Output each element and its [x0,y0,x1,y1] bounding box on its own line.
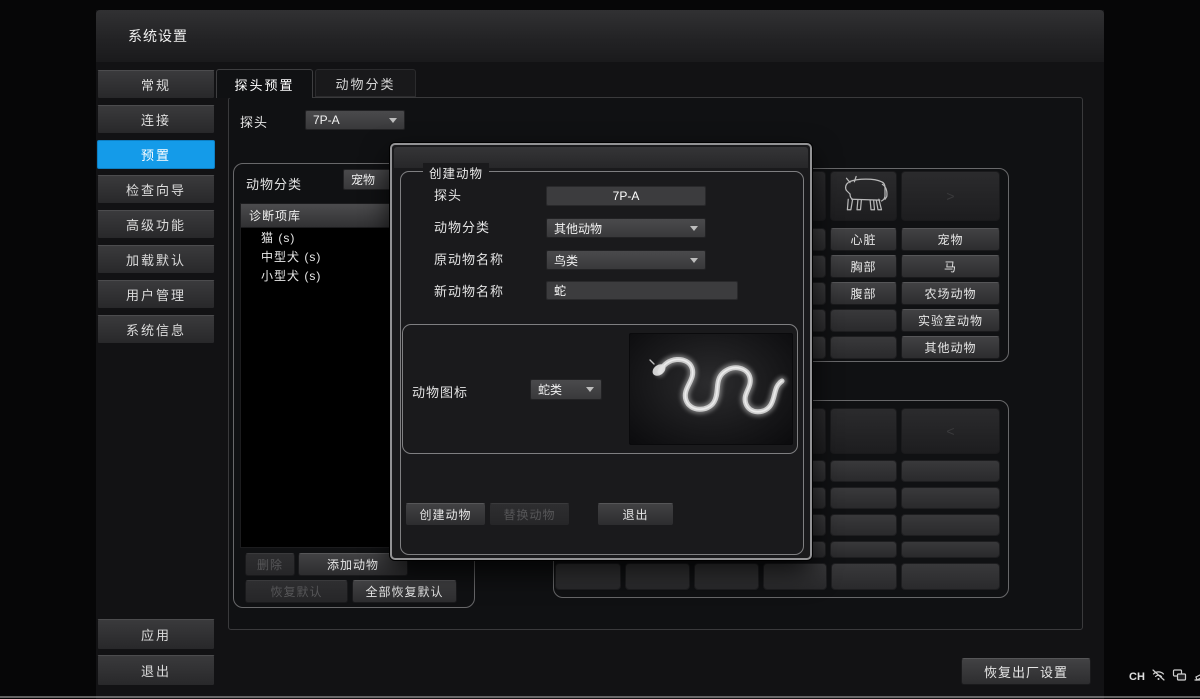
category-farm-button[interactable]: 农场动物 [901,282,1000,305]
dialog-new-name-label: 新动物名称 [434,281,504,300]
animal-icon-label: 动物图标 [412,382,468,401]
channel-status-label: CH [1129,671,1145,683]
preset-button[interactable] [830,514,897,536]
cow-icon [836,173,892,220]
chevron-down-icon [389,118,397,123]
preset-button[interactable] [625,563,690,590]
printer-icon [1193,668,1200,687]
restore-all-default-button[interactable]: 全部恢复默认 [352,580,457,603]
sidebar-item-preset[interactable]: 预置 [97,140,215,169]
preset-button[interactable] [901,563,1000,590]
preset-button[interactable] [830,487,897,509]
sidebar-item-user-mgmt[interactable]: 用户管理 [97,280,215,309]
dual-display-icon [1172,668,1187,687]
exit-button[interactable]: 退出 [97,655,215,686]
preset-button[interactable] [901,487,1000,509]
preset-button[interactable] [830,541,897,558]
prev-arrow-hint: < [946,423,954,439]
network-off-icon [1151,668,1166,687]
delete-button[interactable]: 删除 [245,553,295,576]
preset-button[interactable] [901,460,1000,482]
preset-button[interactable] [694,563,759,590]
sidebar-item-exam-wizard[interactable]: 检查向导 [97,175,215,204]
sidebar-item-advanced[interactable]: 高级功能 [97,210,215,239]
category-lab-button[interactable]: 实验室动物 [901,309,1000,332]
next-preset-button[interactable]: > [901,171,1000,221]
status-icon-tray: CH [1129,668,1200,686]
exam-abdomen-button[interactable]: 腹部 [830,282,897,305]
exam-heart-button[interactable]: 心脏 [830,228,897,251]
preset-button[interactable] [830,336,897,359]
probe-dropdown[interactable]: 7P-A [305,110,405,130]
preset-button[interactable] [901,541,1000,558]
factory-reset-button[interactable]: 恢复出厂设置 [961,658,1091,685]
category-other-button[interactable]: 其他动物 [901,336,1000,359]
prev-preset-button[interactable]: < [901,408,1000,454]
animal-icon-preview [629,333,793,445]
title-bar: 系统设置 [96,10,1104,62]
animal-panel-title: 动物分类 [246,174,302,193]
dialog-category-label: 动物分类 [434,217,490,236]
animal-image-button[interactable] [830,408,897,454]
category-pet-button[interactable]: 宠物 [901,228,1000,251]
apply-button[interactable]: 应用 [97,619,215,650]
snake-icon [630,433,793,445]
sidebar-item-connect[interactable]: 连接 [97,105,215,134]
preset-button[interactable] [763,563,827,590]
sidebar-item-general[interactable]: 常规 [97,70,215,99]
page-title: 系统设置 [128,26,188,46]
cow-image-button[interactable] [830,171,897,221]
bottom-edge-line [0,696,1200,698]
preset-button[interactable] [831,563,897,590]
category-horse-button[interactable]: 马 [901,255,1000,278]
preset-button[interactable] [830,309,897,332]
dialog-legend: 创建动物 [423,163,489,182]
preset-button[interactable] [555,563,621,590]
tab-animal-category[interactable]: 动物分类 [315,69,416,97]
sidebar-item-system-info[interactable]: 系统信息 [97,315,215,344]
preset-button[interactable] [830,460,897,482]
next-arrow-hint: > [946,188,954,204]
exam-chest-button[interactable]: 胸部 [830,255,897,278]
preset-button[interactable] [901,514,1000,536]
sidebar-item-load-default[interactable]: 加载默认 [97,245,215,274]
create-animal-dialog: 创建动物 探头 7P-A 动物分类 其他动物 原动物名称 鸟类 新动物名称 蛇 … [390,143,812,560]
restore-default-button[interactable]: 恢复默认 [245,580,348,603]
tab-probe-preset[interactable]: 探头预置 [216,69,313,98]
probe-label: 探头 [240,112,268,131]
dialog-probe-label: 探头 [434,185,462,204]
dialog-orig-name-label: 原动物名称 [434,249,504,268]
